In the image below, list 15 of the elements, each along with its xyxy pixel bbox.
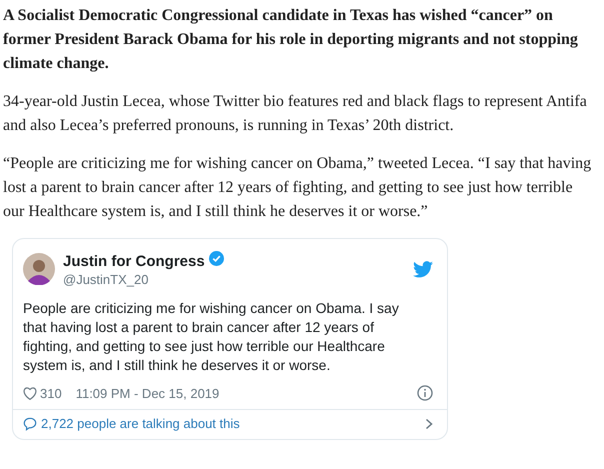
- info-icon[interactable]: [417, 385, 433, 401]
- avatar: [23, 253, 55, 285]
- conversation-link[interactable]: 2,722 people are talking about this: [41, 416, 240, 431]
- heart-icon[interactable]: [23, 386, 37, 400]
- like-count: 310: [40, 386, 62, 400]
- lead-paragraph: A Socialist Democratic Congressional candidate in Texas has wished “cancer” on former President Barack Obama for his role in deporting migrants and not stopping climate change.: [3, 6, 579, 74]
- comment-icon: [23, 416, 37, 430]
- chevron-icon[interactable]: [425, 418, 433, 430]
- account-handle[interactable]: @JustinTX_20: [63, 272, 405, 287]
- article-paragraph: 34-year-old Justin Lecea, whose Twitter bio features red and black flags to represent Antifa and also Lecea’s preferred pronouns, is running in Texas’ 20th district.: [3, 92, 588, 136]
- tweet-text: People are criticizing me for wishing cancer on Obama. I say that having lost a parent to brain cancer after 12 years of fighting, and getting to see just how terrible our Healthcare system is, and I still think he deserves it or worse.: [23, 299, 400, 375]
- bird-icon[interactable]: [413, 260, 433, 278]
- article-paragraph: “People are criticizing me for wishing cancer on Obama,” tweeted Lecea. “I say that having lost a parent to brain cancer after 12 years of fighting, and getting to see just how terrible our Healthcare system is, and I still think he deserves it or worse.”: [3, 154, 592, 222]
- account-name[interactable]: Justin for Congress: [63, 252, 205, 270]
- tweet-timestamp[interactable]: 11:09 PM - Dec 15, 2019: [76, 386, 220, 400]
